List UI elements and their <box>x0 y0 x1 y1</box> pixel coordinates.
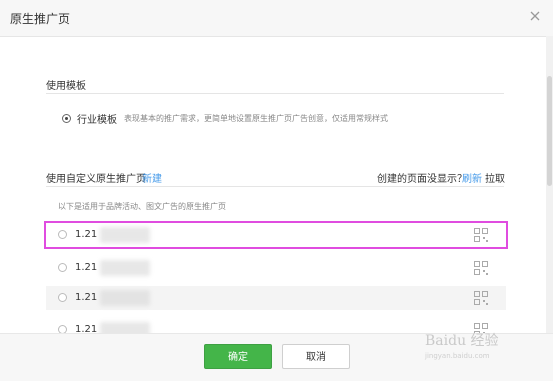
watermark-logo: Baidu 经验 jingyan.baidu.com <box>425 330 499 360</box>
industry-template-radio[interactable] <box>62 114 71 123</box>
blurred-text <box>100 227 150 243</box>
row-code: 1.21 <box>75 262 98 273</box>
refresh-link[interactable]: 刷新 <box>462 170 482 185</box>
row-code: 1.21 <box>75 229 98 240</box>
row-radio[interactable] <box>58 293 67 302</box>
qr-code-icon[interactable] <box>474 261 488 275</box>
pull-text: 拉取 <box>485 174 505 185</box>
row-code: 1.21 <box>75 292 98 303</box>
row-radio[interactable] <box>58 263 67 272</box>
watermark-text: Baidu 经验 <box>425 333 499 349</box>
industry-template-label: 行业模板 <box>77 115 117 126</box>
qr-code-icon[interactable] <box>474 228 488 242</box>
custom-section-desc: 以下是适用于品牌活动、图文广告的原生推广页 <box>58 202 226 211</box>
cancel-button[interactable]: 取消 <box>282 344 350 369</box>
divider <box>46 186 504 187</box>
list-item[interactable]: 1.21 <box>46 256 506 280</box>
blurred-text <box>100 260 150 276</box>
dialog-title: 原生推广页 <box>10 12 71 26</box>
custom-section-label: 使用自定义原生推广页 <box>46 174 146 185</box>
list-item[interactable]: 1.21 <box>46 286 506 310</box>
refresh-hint: 创建的页面没显示？ <box>377 174 467 185</box>
row-radio[interactable] <box>58 230 67 239</box>
industry-template-desc: 表现基本的推广需求，更简单地设置原生推广页广告创意，仅适用常规样式 <box>124 114 388 123</box>
watermark-sub: jingyan.baidu.com <box>425 352 490 360</box>
list-item[interactable]: 1.21 <box>44 221 508 249</box>
scrollbar-thumb[interactable] <box>547 76 552 186</box>
qr-code-icon[interactable] <box>474 291 488 305</box>
ok-button[interactable]: 确定 <box>204 344 272 369</box>
template-section-label: 使用模板 <box>46 81 86 92</box>
divider <box>46 93 504 94</box>
dialog-header: 原生推广页 <box>0 0 553 37</box>
new-link[interactable]: 新建 <box>142 170 162 185</box>
dialog: 原生推广页 使用模板 行业模板 表现基本的推广需求，更简单地设置原生推广页广告创… <box>0 0 553 381</box>
close-icon[interactable] <box>527 8 543 24</box>
blurred-text <box>100 290 150 306</box>
scrollbar[interactable] <box>546 36 553 336</box>
